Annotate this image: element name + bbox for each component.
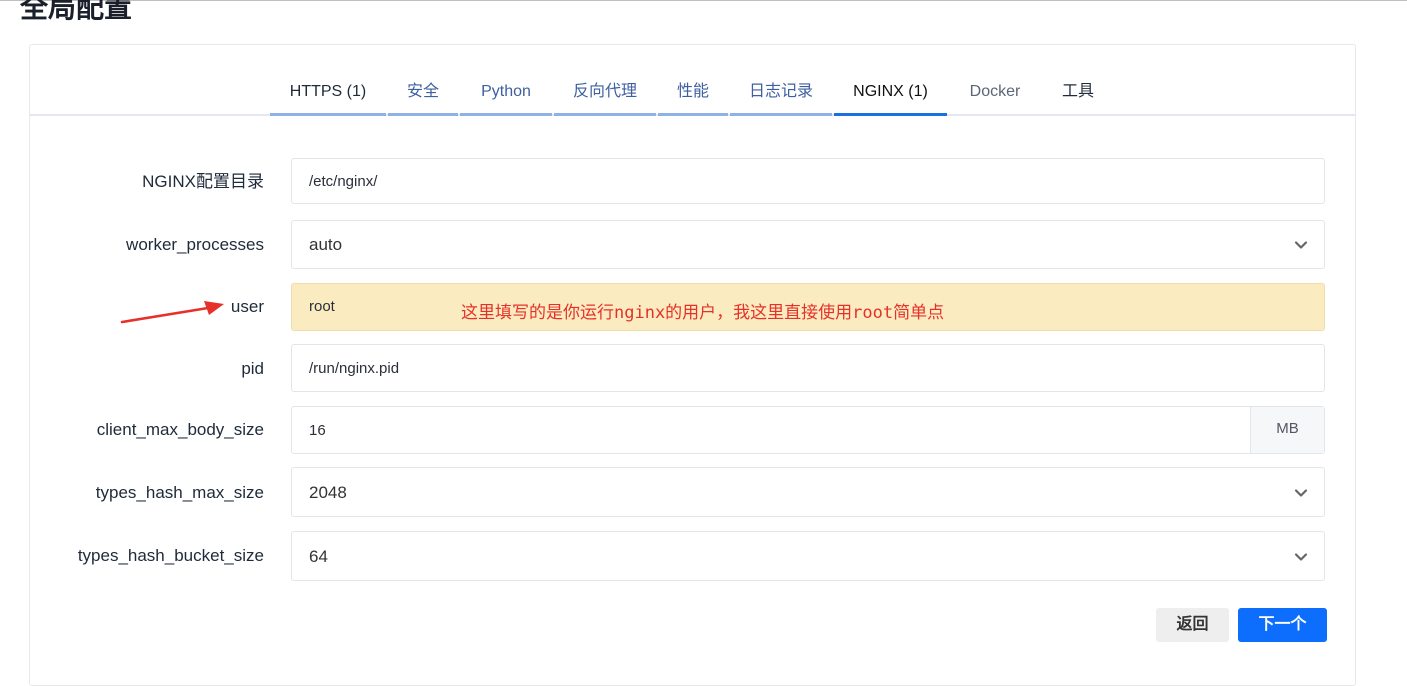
pid-label: pid [241, 359, 264, 378]
tab-reverse-proxy[interactable]: 反向代理 [554, 71, 656, 116]
config-dir-input[interactable]: /etc/nginx/ [291, 158, 1325, 204]
tab-underline-active [834, 113, 947, 116]
worker-processes-select[interactable]: auto [291, 220, 1325, 269]
tab-underline [658, 113, 728, 116]
tab-label: HTTPS (1) [289, 83, 367, 100]
config-dir-value: /etc/nginx/ [309, 173, 378, 190]
tab-logging[interactable]: 日志记录 [730, 71, 832, 116]
types-hash-bucket-size-select[interactable]: 64 [291, 531, 1325, 581]
chevron-down-icon [1294, 241, 1308, 249]
client-max-body-size-input[interactable]: 16 MB [291, 406, 1325, 454]
tab-performance[interactable]: 性能 [658, 71, 728, 116]
tab-underline [270, 113, 386, 116]
tab-label: 反向代理 [572, 83, 637, 100]
chevron-down-icon [1294, 489, 1308, 497]
client-max-body-size-label: client_max_body_size [96, 420, 264, 439]
annotation-note: 这里填写的是你运行nginx的用户，我这里直接使用root简单点 [461, 303, 945, 323]
tab-label: 日志记录 [748, 83, 813, 100]
tab-label: 性能 [676, 83, 709, 100]
user-label: user [230, 297, 264, 316]
tab-nginx[interactable]: NGINX (1) [834, 71, 947, 116]
tab-underline [730, 113, 832, 116]
types-hash-max-size-value: 2048 [309, 483, 347, 502]
worker-processes-label: worker_processes [126, 235, 264, 254]
tab-security[interactable]: 安全 [388, 71, 458, 116]
window-top-border [0, 0, 1407, 1]
tab-label: NGINX (1) [853, 83, 928, 100]
tab-https[interactable]: HTTPS (1) [270, 71, 386, 116]
tab-docker[interactable]: Docker [955, 71, 1035, 115]
tab-tools[interactable]: 工具 [1048, 71, 1108, 115]
back-button[interactable]: 返回 [1156, 608, 1229, 642]
types-hash-bucket-size-label: types_hash_bucket_size [77, 546, 264, 565]
arrow-annotation-icon [120, 301, 224, 324]
worker-processes-value: auto [309, 235, 343, 254]
config-dir-label: NGINX配置目录 [142, 172, 264, 191]
pid-input[interactable]: /run/nginx.pid [291, 344, 1325, 392]
types-hash-max-size-select[interactable]: 2048 [291, 467, 1325, 517]
tab-underline [388, 113, 458, 116]
types-hash-bucket-size-value: 64 [309, 547, 328, 566]
chevron-down-icon [1294, 553, 1308, 561]
tab-label: 工具 [1061, 83, 1094, 100]
page-title: 全局配置 [20, 0, 133, 23]
unit-addon: MB [1250, 407, 1324, 453]
user-value: root [309, 298, 335, 315]
tab-python[interactable]: Python [460, 71, 552, 116]
tab-label: 安全 [406, 83, 439, 100]
client-max-body-size-value: 16 [309, 422, 326, 439]
tab-label: Docker [969, 83, 1021, 100]
pid-value: /run/nginx.pid [309, 360, 400, 377]
tab-label: Python [481, 83, 531, 100]
next-button[interactable]: 下一个 [1238, 608, 1327, 642]
tab-underline [554, 113, 656, 116]
types-hash-max-size-label: types_hash_max_size [95, 483, 264, 502]
tab-underline [460, 113, 552, 116]
